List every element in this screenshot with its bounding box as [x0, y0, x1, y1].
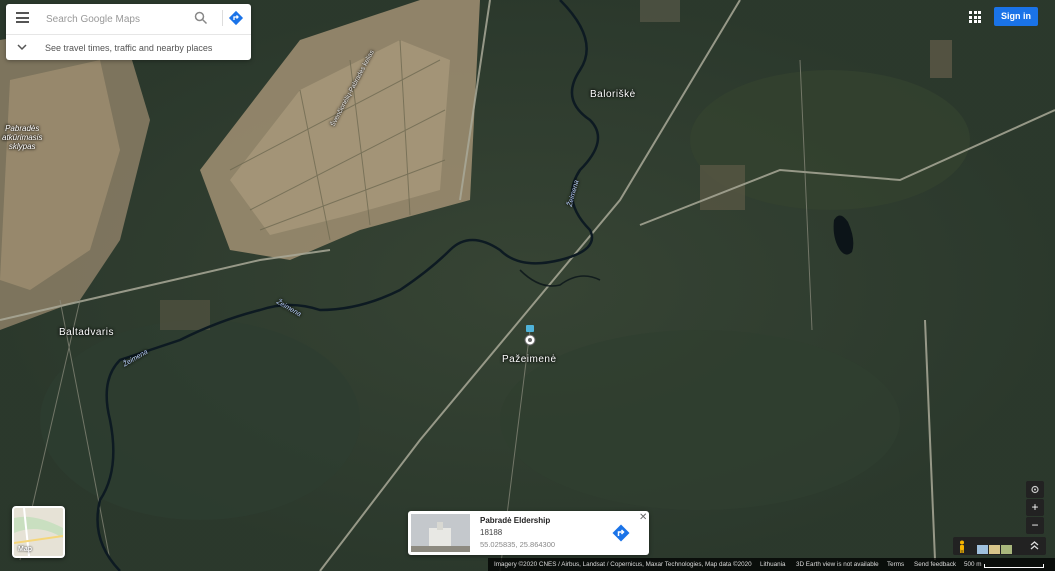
map-footer: Imagery ©2020 CNES / Airbus, Landsat / C… — [488, 558, 1055, 571]
imagery-attribution[interactable]: Imagery ©2020 CNES / Airbus, Landsat / C… — [494, 558, 752, 571]
zoom-out-button[interactable]: − — [1026, 517, 1044, 534]
place-coordinates: 55.025835, 25.864300 — [480, 540, 556, 549]
search-input[interactable] — [44, 9, 193, 29]
travel-times-row[interactable]: See travel times, traffic and nearby pla… — [6, 34, 251, 61]
sign-in-button[interactable]: Sign in — [994, 7, 1038, 26]
menu-icon[interactable] — [16, 12, 29, 23]
place-info-card[interactable]: Pabradė Eldership 18188 55.025835, 25.86… — [408, 511, 649, 555]
area-label-line: atkūrimasis — [2, 133, 43, 142]
country-label: Lithuania — [760, 561, 786, 568]
place-thumbnail[interactable] — [411, 514, 470, 552]
place-label-pazeimene[interactable]: Pažeimenė — [502, 354, 557, 365]
divider — [222, 10, 223, 26]
send-feedback-link[interactable]: Send feedback — [914, 558, 956, 571]
satellite-map[interactable] — [0, 0, 1055, 571]
location-pin-icon[interactable] — [523, 325, 537, 347]
chevron-down-icon — [17, 44, 27, 51]
earth-view-note: 3D Earth view is not available — [796, 561, 879, 568]
terms-link[interactable]: Terms — [887, 558, 904, 571]
area-label-pabrade: Pabradės atkūrimasis sklypas — [2, 124, 42, 151]
search-row — [6, 4, 251, 32]
map-type-label: Map — [18, 546, 32, 553]
map-type-toggle[interactable]: Map — [12, 506, 65, 558]
travel-hint-text: See travel times, traffic and nearby pla… — [45, 43, 213, 53]
apps-grid-icon[interactable] — [969, 11, 981, 23]
place-label-baloriske[interactable]: Baloriškė — [590, 89, 636, 100]
area-label-line: sklypas — [8, 142, 36, 151]
area-label-line: Pabradės — [5, 124, 40, 133]
place-postal-code: 18188 — [480, 528, 503, 537]
layer-thumbnails[interactable] — [977, 541, 1017, 554]
pegman-icon[interactable] — [957, 540, 967, 553]
search-icon[interactable] — [194, 11, 208, 25]
directions-icon[interactable] — [611, 523, 631, 543]
place-title: Pabradė Eldership — [480, 516, 551, 525]
zoom-in-button[interactable]: + — [1026, 499, 1044, 516]
close-icon[interactable]: ✕ — [639, 512, 647, 523]
search-panel: See travel times, traffic and nearby pla… — [6, 4, 251, 60]
place-label-baltadvaris[interactable]: Baltadvaris — [59, 327, 114, 338]
directions-icon[interactable] — [228, 10, 244, 26]
expand-icon[interactable] — [1029, 540, 1040, 551]
scale-bar[interactable] — [984, 564, 1044, 568]
compass-icon[interactable] — [1026, 481, 1044, 498]
scale-label[interactable]: 500 m — [964, 558, 982, 571]
